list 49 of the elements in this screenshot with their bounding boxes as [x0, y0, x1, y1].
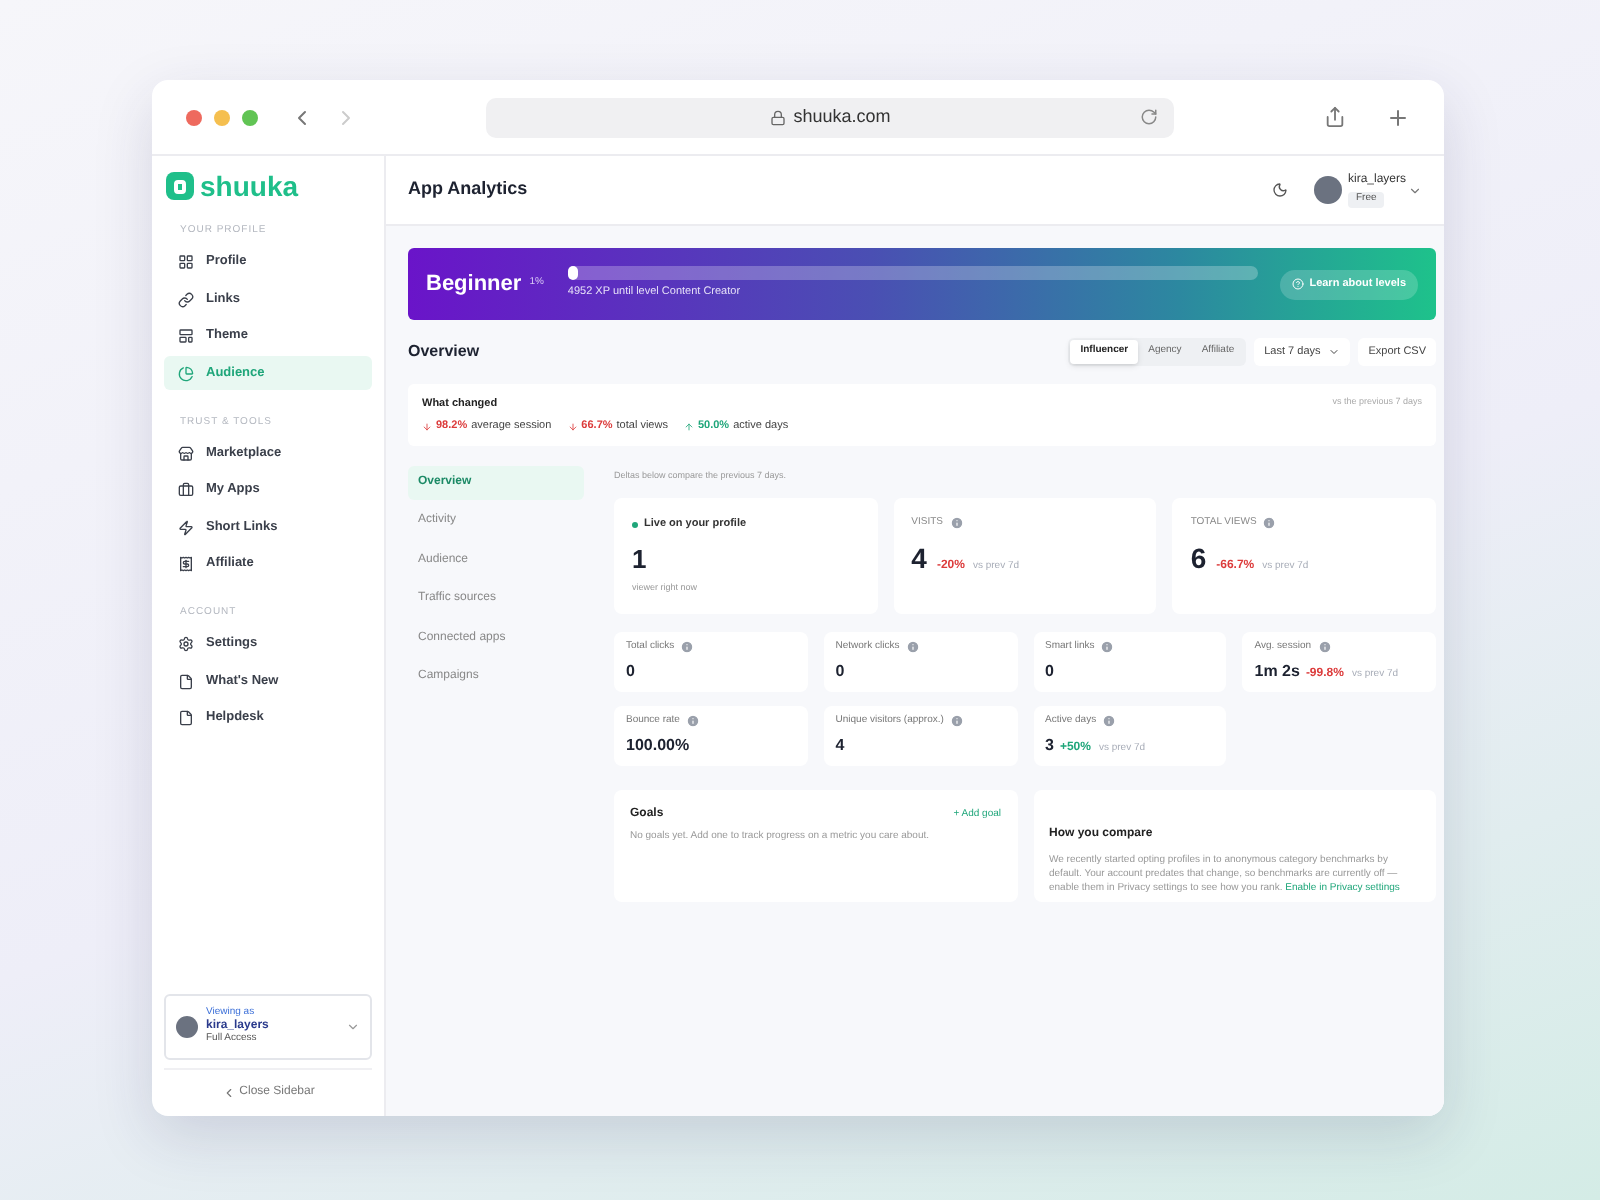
caret-icon [346, 1020, 360, 1034]
nav-icon [178, 365, 194, 381]
avatar [176, 1016, 198, 1038]
nav-icon [178, 328, 194, 344]
nav-icon [178, 254, 194, 270]
level-name: Beginner [426, 269, 522, 300]
user-avatar[interactable] [1313, 176, 1342, 204]
info-icon [1262, 516, 1277, 531]
stat-value: 4 [911, 539, 927, 577]
address-bar[interactable]: shuuka.com [486, 97, 1174, 137]
lock-icon [769, 109, 786, 125]
nav-icon [178, 710, 194, 726]
stat-value: 1m 2s [1254, 659, 1300, 683]
moon-icon[interactable] [1271, 182, 1288, 198]
logo-text: shuuka [200, 172, 299, 200]
logo-icon [166, 172, 194, 200]
info-icon [905, 640, 920, 655]
info-icon [685, 714, 700, 729]
share-icon[interactable] [1324, 106, 1346, 128]
nav-icon [178, 482, 194, 498]
stat-value: 1 [632, 542, 649, 579]
stat-value: 100.00% [626, 733, 690, 757]
nav-icon [178, 636, 194, 652]
nav-icon [178, 445, 194, 461]
url-text: shuuka.com [793, 103, 891, 130]
help-icon [1291, 278, 1304, 290]
nav-icon [178, 291, 194, 307]
info-icon [949, 516, 963, 531]
info-icon [1100, 640, 1115, 655]
info-icon [1102, 714, 1117, 729]
stat-value: 0 [835, 659, 845, 683]
stat-value: 4 [835, 733, 845, 757]
new-tab-icon[interactable] [1386, 105, 1410, 129]
section-heading: Overview [408, 340, 480, 364]
info-icon [680, 640, 695, 655]
page-title: App Analytics [408, 176, 528, 203]
stat-value: 0 [626, 659, 635, 683]
info-icon [949, 714, 964, 729]
reload-icon[interactable] [1140, 108, 1158, 126]
nav-icon [178, 673, 194, 689]
stat-value: 3 [1045, 733, 1054, 757]
stat-value: 0 [1045, 659, 1054, 683]
stat-value: 6 [1190, 539, 1207, 577]
caret-icon [1328, 346, 1341, 358]
caret-icon[interactable] [1408, 183, 1422, 197]
nav-icon [178, 519, 194, 535]
nav-icon [178, 556, 194, 572]
chevron-icon [221, 1086, 236, 1100]
info-icon [1317, 640, 1332, 655]
